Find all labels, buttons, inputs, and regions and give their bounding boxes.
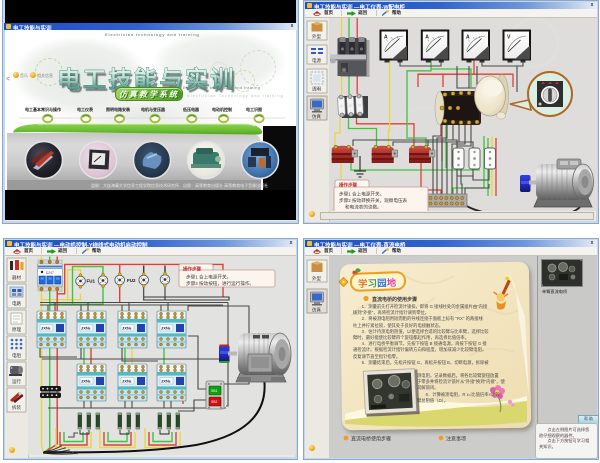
- svg-text:直流电桥使用步骤: 直流电桥使用步骤: [351, 436, 391, 443]
- svg-text:DZ47: DZ47: [46, 271, 54, 275]
- svg-text:FU2: FU2: [127, 278, 136, 283]
- svg-text:A: A: [384, 35, 388, 41]
- svg-text:SB2: SB2: [211, 400, 218, 404]
- svg-text:拆装: 拆装: [12, 404, 21, 411]
- svg-text:和电流表的读数。: 和电流表的读数。: [345, 204, 382, 211]
- svg-text:注意事项: 注意事项: [446, 436, 466, 443]
- svg-text:步骤2 按动转换开关，观察电压表: 步骤2 按动转换开关，观察电压表: [339, 197, 408, 204]
- svg-text:学习园地: 学习园地: [358, 277, 397, 290]
- svg-text:电源: 电源: [312, 57, 321, 64]
- svg-text:透明: 透明: [312, 86, 321, 93]
- svg-text:步骤1 合上电源开关。: 步骤1 合上电源开关。: [339, 191, 384, 198]
- svg-text:外型: 外型: [312, 275, 321, 282]
- svg-text:仿真: 仿真: [312, 307, 321, 314]
- svg-text:电阻: 电阻: [12, 352, 21, 359]
- svg-text:直流电桥的使用步骤: 直流电桥的使用步骤: [372, 296, 417, 303]
- svg-text:操作步骤: 操作步骤: [339, 182, 357, 189]
- svg-text:步骤2 按动按钮，进行运行操作。: 步骤2 按动按钮，进行运行操作。: [186, 280, 254, 287]
- svg-text:SB1: SB1: [211, 389, 218, 393]
- svg-text:外型: 外型: [312, 33, 321, 40]
- svg-text:仿真: 仿真: [312, 113, 321, 120]
- svg-text:器材: 器材: [12, 274, 21, 281]
- svg-text:A: A: [425, 35, 429, 41]
- svg-text:原理: 原理: [12, 327, 21, 332]
- svg-text:步骤1 合上电源开关。: 步骤1 合上电源开关。: [186, 274, 231, 281]
- svg-text:电路: 电路: [12, 300, 21, 307]
- svg-text:操作步骤: 操作步骤: [183, 266, 201, 273]
- svg-text:运行: 运行: [12, 378, 21, 385]
- svg-text:A: A: [466, 35, 470, 41]
- svg-text:FU1: FU1: [87, 279, 96, 284]
